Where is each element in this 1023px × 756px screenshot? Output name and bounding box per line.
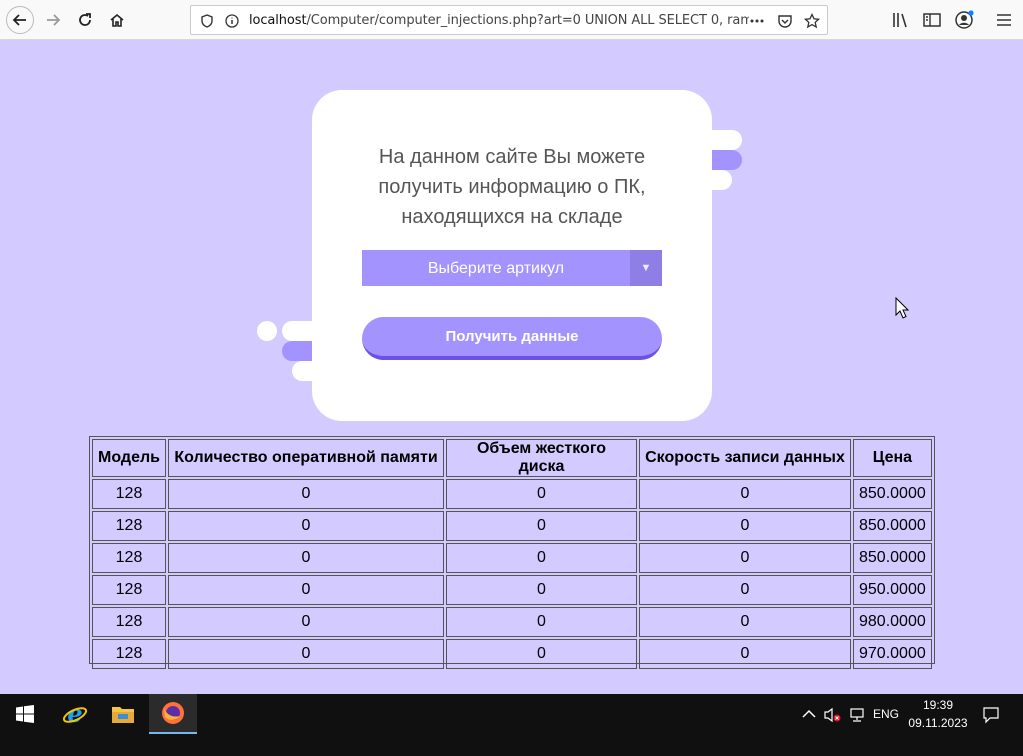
table-row: 128 0 0 0 950.0000 bbox=[92, 575, 932, 605]
library-icon[interactable] bbox=[890, 10, 910, 30]
speaker-muted-icon[interactable] bbox=[824, 707, 842, 723]
table-row: 128 0 0 0 980.0000 bbox=[92, 607, 932, 637]
reload-button[interactable] bbox=[71, 6, 99, 34]
table-row: 128 0 0 0 850.0000 bbox=[92, 543, 932, 573]
cell-model: 128 bbox=[92, 607, 166, 637]
cell-disk: 0 bbox=[446, 607, 637, 637]
info-card: На данном сайте Вы можете получить инфор… bbox=[312, 90, 712, 421]
svg-text:e: e bbox=[67, 701, 82, 727]
cell-ram: 0 bbox=[168, 639, 444, 669]
header-speed: Скорость записи данных bbox=[639, 439, 851, 477]
url-host: localhost bbox=[249, 13, 307, 28]
intro-line-2: получить информацию о ПК, bbox=[378, 176, 646, 198]
cell-model: 128 bbox=[92, 511, 166, 541]
cell-price: 980.0000 bbox=[853, 607, 932, 637]
windows-logo-icon bbox=[16, 705, 34, 723]
address-bar[interactable]: localhost/Computer/computer_injections.p… bbox=[190, 5, 828, 35]
clock-date[interactable]: 09.11.2023 bbox=[906, 716, 970, 730]
url-path: /Computer/computer_injections.php?art=0 … bbox=[306, 13, 749, 28]
table-row: 128 0 0 0 850.0000 bbox=[92, 479, 932, 509]
cell-price: 970.0000 bbox=[853, 639, 932, 669]
network-icon[interactable] bbox=[848, 707, 866, 723]
article-select-placeholder: Выберите артикул bbox=[427, 260, 565, 277]
cell-ram: 0 bbox=[168, 575, 444, 605]
article-select[interactable]: Выберите артикул ▼ bbox=[362, 250, 662, 286]
firefox-icon bbox=[162, 702, 184, 724]
reload-icon bbox=[79, 13, 91, 26]
intro-text: На данном сайте Вы можете получить инфор… bbox=[312, 142, 712, 232]
forward-button[interactable] bbox=[39, 6, 67, 34]
cell-disk: 0 bbox=[446, 511, 637, 541]
more-dots-icon[interactable] bbox=[749, 13, 765, 29]
info-icon[interactable] bbox=[224, 13, 240, 29]
table-row: 128 0 0 0 850.0000 bbox=[92, 511, 932, 541]
header-ram: Количество оперативной памяти bbox=[168, 439, 444, 477]
cell-price: 950.0000 bbox=[853, 575, 932, 605]
cell-model: 128 bbox=[92, 575, 166, 605]
start-button[interactable] bbox=[0, 694, 50, 734]
cell-speed: 0 bbox=[639, 479, 851, 509]
cell-ram: 0 bbox=[168, 607, 444, 637]
taskbar-file-explorer[interactable] bbox=[101, 694, 145, 734]
cell-disk: 0 bbox=[446, 479, 637, 509]
taskbar-internet-explorer[interactable]: e bbox=[53, 694, 97, 734]
cell-model: 128 bbox=[92, 543, 166, 573]
home-button[interactable] bbox=[103, 6, 131, 34]
cell-speed: 0 bbox=[639, 511, 851, 541]
header-price: Цена bbox=[853, 439, 932, 477]
cell-ram: 0 bbox=[168, 543, 444, 573]
cell-speed: 0 bbox=[639, 607, 851, 637]
cell-price: 850.0000 bbox=[853, 479, 932, 509]
internet-explorer-icon: e bbox=[62, 701, 88, 727]
intro-line-1: На данном сайте Вы можете bbox=[378, 146, 646, 168]
cell-price: 850.0000 bbox=[853, 543, 932, 573]
arrow-left-icon bbox=[12, 14, 26, 26]
cell-model: 128 bbox=[92, 479, 166, 509]
shield-icon[interactable] bbox=[199, 13, 215, 29]
get-data-button[interactable]: Получить данные bbox=[362, 317, 662, 360]
results-table: Модель Количество оперативной памяти Объ… bbox=[90, 437, 934, 671]
cell-disk: 0 bbox=[446, 639, 637, 669]
clock-time[interactable]: 19:39 bbox=[906, 698, 970, 712]
cell-model: 128 bbox=[92, 639, 166, 669]
home-icon bbox=[110, 13, 124, 27]
chevron-up-icon[interactable] bbox=[802, 708, 816, 720]
cell-disk: 0 bbox=[446, 543, 637, 573]
mouse-cursor-icon bbox=[895, 297, 909, 319]
arrow-right-icon bbox=[47, 14, 61, 26]
table-header-row: Модель Количество оперативной памяти Объ… bbox=[92, 439, 932, 477]
taskbar: e ENG 19:39 09.11.2023 bbox=[0, 694, 1023, 756]
dropdown-arrow-icon[interactable]: ▼ bbox=[630, 250, 662, 286]
intro-line-3: находящихся на складе bbox=[401, 206, 623, 228]
back-button[interactable] bbox=[6, 6, 34, 34]
pocket-icon[interactable] bbox=[777, 13, 793, 29]
language-indicator[interactable]: ENG bbox=[871, 707, 901, 721]
browser-toolbar: localhost/Computer/computer_injections.p… bbox=[0, 0, 1023, 40]
folder-icon bbox=[112, 707, 134, 723]
cell-speed: 0 bbox=[639, 543, 851, 573]
cell-disk: 0 bbox=[446, 575, 637, 605]
cell-price: 850.0000 bbox=[853, 511, 932, 541]
cell-ram: 0 bbox=[168, 479, 444, 509]
decor-dot bbox=[257, 321, 277, 341]
cell-ram: 0 bbox=[168, 511, 444, 541]
results-table-wrap: Модель Количество оперативной памяти Объ… bbox=[89, 436, 935, 669]
header-model: Модель bbox=[92, 439, 166, 477]
taskbar-firefox[interactable] bbox=[149, 694, 197, 734]
star-icon[interactable] bbox=[804, 13, 820, 29]
sidebar-icon[interactable] bbox=[922, 10, 942, 30]
cell-speed: 0 bbox=[639, 575, 851, 605]
header-disk: Объем жесткого диска bbox=[446, 439, 637, 477]
table-row: 128 0 0 0 970.0000 bbox=[92, 639, 932, 669]
url-text: localhost/Computer/computer_injections.p… bbox=[249, 13, 749, 28]
account-icon[interactable] bbox=[954, 10, 974, 30]
hamburger-menu-icon[interactable] bbox=[994, 10, 1014, 30]
cell-speed: 0 bbox=[639, 639, 851, 669]
notification-icon[interactable] bbox=[982, 706, 1000, 724]
